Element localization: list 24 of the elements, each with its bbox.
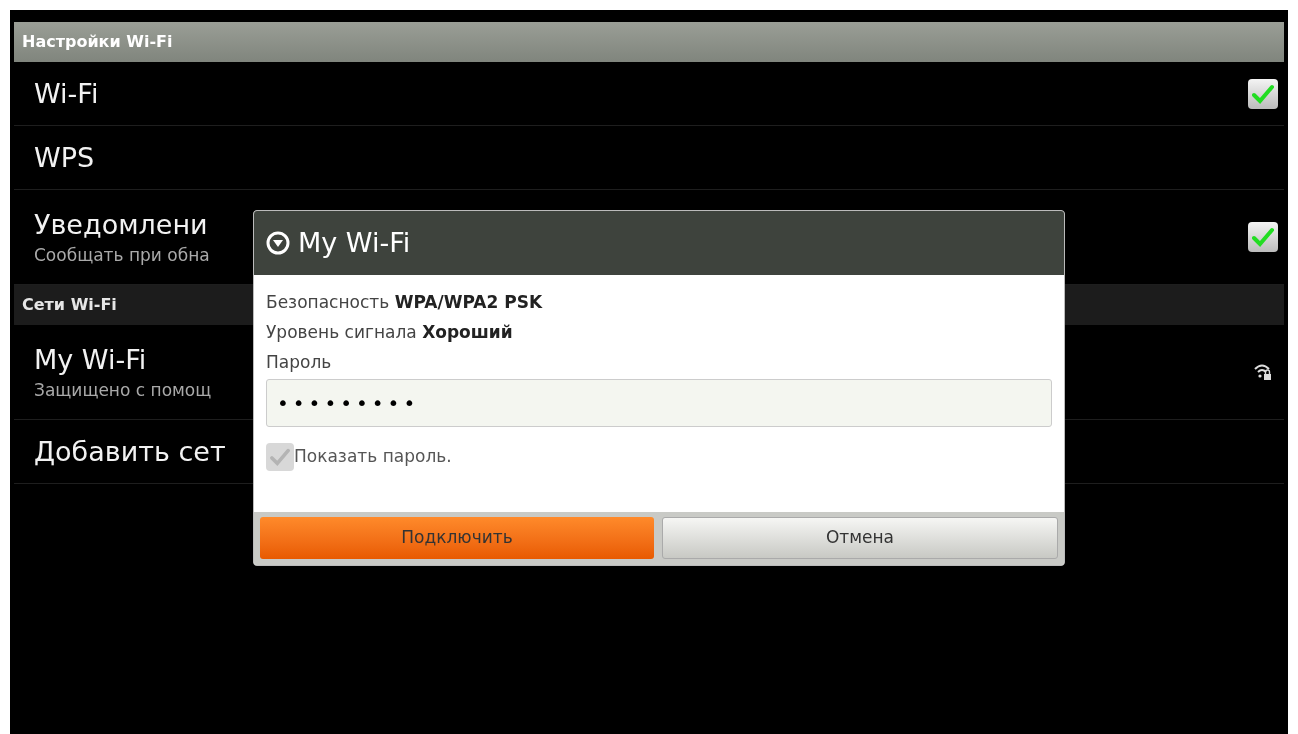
check-icon [1252, 83, 1274, 104]
setting-title: Уведомлени [34, 208, 209, 242]
check-icon [1252, 227, 1274, 247]
section-title: Настройки Wi-Fi [22, 31, 173, 53]
chevron-icon [266, 231, 290, 255]
checkbox-label: Показать пароль. [294, 445, 452, 469]
dialog-title: My Wi-Fi [298, 225, 411, 260]
connect-button[interactable]: Подключить [260, 517, 654, 559]
section-title: Сети Wi-Fi [22, 294, 117, 316]
password-field[interactable]: ••••••••• [266, 379, 1052, 427]
setting-title: Wi-Fi [34, 76, 99, 111]
checkbox[interactable] [1248, 222, 1278, 252]
setting-summary: Защищено с помощ [34, 379, 212, 402]
detail-text: Безопасность WPA/WPA2 PSK [266, 291, 544, 314]
check-icon [270, 448, 290, 466]
setting-title: Добавить сет [34, 434, 226, 469]
setting-title: WPS [34, 140, 95, 175]
detail-text: Уровень сигнала Хороший [266, 321, 514, 344]
setting-summary: Сообщать при обна [34, 244, 210, 267]
password-label: Пароль [266, 351, 333, 374]
setting-title: My Wi-Fi [34, 343, 148, 377]
cancel-button[interactable]: Отмена [662, 517, 1058, 559]
checkbox[interactable] [1248, 78, 1278, 109]
wifi-lock-icon [1254, 363, 1272, 381]
